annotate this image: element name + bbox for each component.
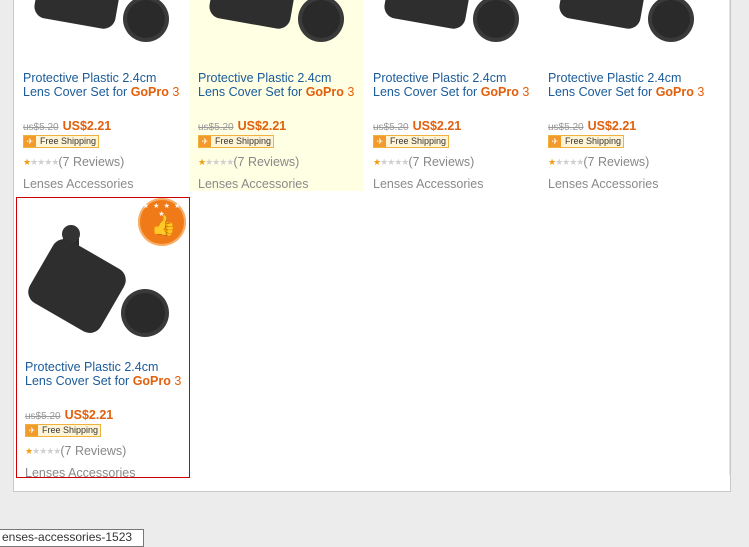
free-shipping-badge: ✈ Free Shipping: [548, 135, 624, 148]
airplane-icon: ✈: [374, 136, 386, 147]
price-row: us$5.20 US$2.21: [198, 117, 286, 133]
airplane-icon: ✈: [199, 136, 211, 147]
old-price: us$5.20: [373, 122, 409, 133]
rating[interactable]: ★★★★★(7 Reviews): [198, 155, 299, 169]
link-status-tooltip: enses-accessories-1523: [0, 529, 144, 547]
category-link[interactable]: Lenses Accessories: [23, 177, 133, 191]
review-count[interactable]: (7 Reviews): [583, 155, 649, 169]
category-link[interactable]: Lenses Accessories: [548, 177, 658, 191]
product-image[interactable]: [201, 0, 351, 44]
product-card[interactable]: Protective Plastic 2.4cm Lens Cover Set …: [14, 0, 188, 191]
product-grid-panel: Protective Plastic 2.4cm Lens Cover Set …: [13, 0, 731, 492]
old-price: us$5.20: [25, 411, 61, 422]
review-count[interactable]: (7 Reviews): [408, 155, 474, 169]
free-shipping-badge: ✈ Free Shipping: [23, 135, 99, 148]
free-shipping-badge: ✈ Free Shipping: [198, 135, 274, 148]
category-link[interactable]: Lenses Accessories: [373, 177, 483, 191]
product-title[interactable]: Protective Plastic 2.4cm Lens Cover Set …: [198, 71, 358, 99]
old-price: us$5.20: [198, 122, 234, 133]
sale-price: US$2.21: [237, 119, 287, 133]
rating[interactable]: ★★★★★(7 Reviews): [548, 155, 649, 169]
category-link[interactable]: Lenses Accessories: [25, 466, 135, 480]
product-title[interactable]: Protective Plastic 2.4cm Lens Cover Set …: [373, 71, 533, 99]
airplane-icon: ✈: [549, 136, 561, 147]
rating[interactable]: ★★★★★(7 Reviews): [23, 155, 124, 169]
product-image[interactable]: [551, 0, 701, 44]
sale-price: US$2.21: [412, 119, 462, 133]
lens-cover-image: [384, 0, 519, 42]
product-title[interactable]: Protective Plastic 2.4cm Lens Cover Set …: [548, 71, 708, 99]
airplane-icon: ✈: [26, 425, 38, 436]
product-card[interactable]: Protective Plastic 2.4cm Lens Cover Set …: [364, 0, 538, 191]
airplane-icon: ✈: [24, 136, 36, 147]
lens-cover-image: [559, 0, 694, 42]
product-image[interactable]: [26, 0, 176, 44]
free-shipping-badge: ✈ Free Shipping: [373, 135, 449, 148]
star-rating-icon: ★★★★★: [373, 158, 409, 168]
sale-price: US$2.21: [62, 119, 112, 133]
lens-cover-image: [34, 0, 169, 42]
price-row: us$5.20 US$2.21: [25, 406, 113, 422]
sale-price: US$2.21: [64, 408, 114, 422]
sale-price: US$2.21: [587, 119, 637, 133]
price-row: us$5.20 US$2.21: [373, 117, 461, 133]
product-card[interactable]: Protective Plastic 2.4cm Lens Cover Set …: [539, 0, 713, 191]
product-image[interactable]: [376, 0, 526, 44]
vertical-scrollbar[interactable]: ⌄: [729, 0, 730, 475]
rating[interactable]: ★★★★★(7 Reviews): [373, 155, 474, 169]
free-shipping-badge: ✈ Free Shipping: [25, 424, 101, 437]
product-title[interactable]: Protective Plastic 2.4cm Lens Cover Set …: [23, 71, 183, 99]
star-rating-icon: ★★★★★: [23, 158, 59, 168]
rating[interactable]: ★★★★★(7 Reviews): [25, 444, 126, 458]
review-count[interactable]: (7 Reviews): [233, 155, 299, 169]
price-row: us$5.20 US$2.21: [548, 117, 636, 133]
review-count[interactable]: (7 Reviews): [58, 155, 124, 169]
old-price: us$5.20: [548, 122, 584, 133]
old-price: us$5.20: [23, 122, 59, 133]
star-rating-icon: ★★★★★: [548, 158, 584, 168]
product-card-selected[interactable]: ★ ★ ★ ★ ★ 👍 Protective Plastic 2.4cm Len…: [16, 197, 190, 480]
lens-cover-image: [209, 0, 344, 42]
price-row: us$5.20 US$2.21: [23, 117, 111, 133]
category-link[interactable]: Lenses Accessories: [198, 177, 308, 191]
star-rating-icon: ★★★★★: [25, 447, 61, 457]
thumbs-up-badge-icon: ★ ★ ★ ★ ★ 👍: [138, 198, 186, 246]
star-rating-icon: ★★★★★: [198, 158, 234, 168]
review-count[interactable]: (7 Reviews): [60, 444, 126, 458]
product-title[interactable]: Protective Plastic 2.4cm Lens Cover Set …: [25, 360, 185, 388]
product-card[interactable]: Protective Plastic 2.4cm Lens Cover Set …: [189, 0, 363, 191]
